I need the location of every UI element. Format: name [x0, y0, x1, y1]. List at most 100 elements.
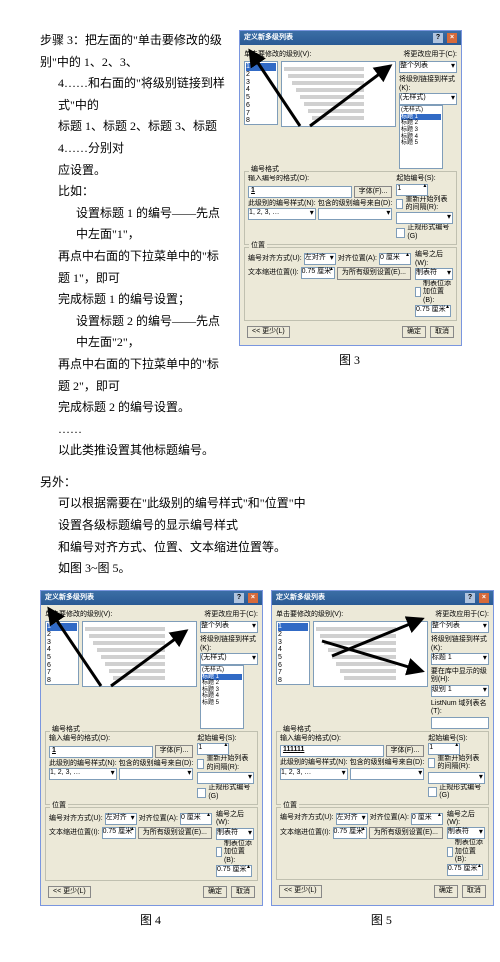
- level-item[interactable]: 1: [47, 623, 77, 631]
- format-input[interactable]: 1: [248, 186, 352, 198]
- restart-select[interactable]: [197, 772, 254, 784]
- indent-spinner[interactable]: 0.75 厘米: [333, 827, 367, 839]
- format-input[interactable]: 111111: [280, 745, 384, 757]
- level-item[interactable]: 8: [47, 677, 77, 685]
- level-item[interactable]: 5: [47, 654, 77, 662]
- align-select[interactable]: 左对齐: [336, 813, 368, 825]
- start-at-spinner[interactable]: 1: [197, 743, 229, 755]
- level-item[interactable]: 4: [246, 86, 276, 94]
- restart-checkbox[interactable]: [197, 759, 204, 769]
- legal-checkbox[interactable]: [197, 788, 206, 798]
- include-from-select[interactable]: [318, 208, 393, 220]
- dialog-titlebar[interactable]: 定义新多级列表 ? ×: [272, 591, 493, 605]
- ok-button[interactable]: 确定: [402, 326, 426, 338]
- level-item[interactable]: 9: [278, 685, 308, 686]
- level-listbox[interactable]: 123456789: [45, 621, 79, 685]
- level-item[interactable]: 2: [278, 631, 308, 639]
- style-option[interactable]: 标题 2: [202, 680, 242, 687]
- level-item[interactable]: 1: [278, 623, 308, 631]
- level-item[interactable]: 7: [246, 110, 276, 118]
- style-option[interactable]: (无样式): [202, 667, 242, 674]
- level-item[interactable]: 4: [278, 646, 308, 654]
- less-button[interactable]: << 更少(L): [247, 326, 290, 338]
- font-button[interactable]: 字体(F)...: [354, 186, 393, 198]
- level-listbox[interactable]: 123456789: [244, 61, 278, 125]
- less-button[interactable]: << 更少(L): [48, 886, 91, 898]
- tabstop-checkbox[interactable]: [216, 847, 222, 857]
- numstyle-select[interactable]: 1, 2, 3, …: [49, 768, 117, 780]
- level-listbox[interactable]: 123456789: [276, 621, 310, 685]
- tabstop-spinner[interactable]: 0.75 厘米: [447, 864, 483, 876]
- level-item[interactable]: 6: [278, 662, 308, 670]
- align-at-spinner[interactable]: 0 厘米: [180, 813, 212, 825]
- apply-to-select[interactable]: 整个列表: [200, 621, 258, 633]
- include-from-select[interactable]: [119, 768, 194, 780]
- dialog-titlebar[interactable]: 定义新多级列表 ? ×: [240, 31, 461, 45]
- follow-select[interactable]: 制表符: [216, 828, 254, 840]
- level-item[interactable]: 1: [246, 63, 276, 71]
- close-button[interactable]: ×: [479, 593, 489, 603]
- level-item[interactable]: 6: [246, 102, 276, 110]
- listnum-input[interactable]: [431, 717, 489, 729]
- style-option[interactable]: 标题 3: [401, 127, 441, 134]
- indent-spinner[interactable]: 0.75 厘米: [102, 827, 136, 839]
- restart-checkbox[interactable]: [428, 758, 435, 768]
- close-button[interactable]: ×: [248, 593, 258, 603]
- style-option[interactable]: 标题 5: [401, 140, 441, 147]
- apply-to-select[interactable]: 整个列表: [399, 61, 457, 73]
- style-option[interactable]: 标题 2: [401, 120, 441, 127]
- tabstop-checkbox[interactable]: [415, 287, 421, 297]
- font-button[interactable]: 字体(F)...: [386, 745, 425, 757]
- numstyle-select[interactable]: 1, 2, 3, …: [248, 208, 316, 220]
- link-style-select[interactable]: (无样式): [200, 653, 258, 665]
- tabstop-spinner[interactable]: 0.75 厘米: [216, 865, 252, 877]
- link-style-select[interactable]: (无样式): [399, 93, 457, 105]
- style-option[interactable]: 标题 4: [202, 693, 242, 700]
- dialog-titlebar[interactable]: 定义新多级列表 ? ×: [41, 591, 262, 605]
- style-option[interactable]: (无样式): [401, 107, 441, 114]
- level-item[interactable]: 3: [47, 639, 77, 647]
- help-button[interactable]: ?: [465, 593, 475, 603]
- level-item[interactable]: 7: [278, 669, 308, 677]
- tabstop-checkbox[interactable]: [447, 847, 453, 857]
- level-item[interactable]: 4: [47, 646, 77, 654]
- less-button[interactable]: << 更少(L): [279, 885, 322, 897]
- style-dropdown-list[interactable]: (无样式)标题 1标题 2标题 3标题 4标题 5: [399, 105, 443, 169]
- level-item[interactable]: 5: [246, 94, 276, 102]
- legal-checkbox[interactable]: [396, 228, 405, 238]
- follow-select[interactable]: 制表符: [447, 827, 485, 839]
- help-button[interactable]: ?: [433, 33, 443, 43]
- restart-select[interactable]: [428, 772, 485, 784]
- start-at-spinner[interactable]: 1: [428, 743, 460, 755]
- style-dropdown-list[interactable]: (无样式)标题 1标题 2标题 3标题 4标题 5: [200, 665, 244, 729]
- gallery-level-select[interactable]: 级别 1: [431, 685, 489, 697]
- level-item[interactable]: 9: [47, 685, 77, 686]
- align-select[interactable]: 左对齐: [105, 813, 137, 825]
- level-item[interactable]: 3: [246, 79, 276, 87]
- help-button[interactable]: ?: [234, 593, 244, 603]
- align-select[interactable]: 左对齐: [304, 253, 336, 265]
- level-item[interactable]: 7: [47, 669, 77, 677]
- numstyle-select[interactable]: 1, 2, 3, …: [280, 768, 348, 780]
- level-item[interactable]: 8: [278, 677, 308, 685]
- follow-select[interactable]: 制表符: [415, 268, 453, 280]
- align-at-spinner[interactable]: 0 厘米: [411, 813, 443, 825]
- restart-select[interactable]: [396, 212, 453, 224]
- cancel-button[interactable]: 取消: [462, 885, 486, 897]
- link-style-select[interactable]: 标题 1: [431, 653, 489, 665]
- indent-spinner[interactable]: 0.75 厘米: [301, 267, 335, 279]
- level-item[interactable]: 3: [278, 639, 308, 647]
- align-at-spinner[interactable]: 0 厘米: [379, 253, 411, 265]
- set-all-button[interactable]: 为所有级别设置(E)...: [369, 827, 443, 839]
- style-option[interactable]: 标题 5: [202, 700, 242, 707]
- format-input[interactable]: 1: [49, 746, 153, 758]
- level-item[interactable]: 2: [47, 631, 77, 639]
- close-button[interactable]: ×: [447, 33, 457, 43]
- level-item[interactable]: 5: [278, 654, 308, 662]
- level-item[interactable]: 6: [47, 662, 77, 670]
- ok-button[interactable]: 确定: [203, 886, 227, 898]
- level-item[interactable]: 9: [246, 125, 276, 126]
- include-from-select[interactable]: [350, 768, 425, 780]
- set-all-button[interactable]: 为所有级别设置(E)...: [138, 827, 212, 839]
- apply-to-select[interactable]: 整个列表: [431, 621, 489, 633]
